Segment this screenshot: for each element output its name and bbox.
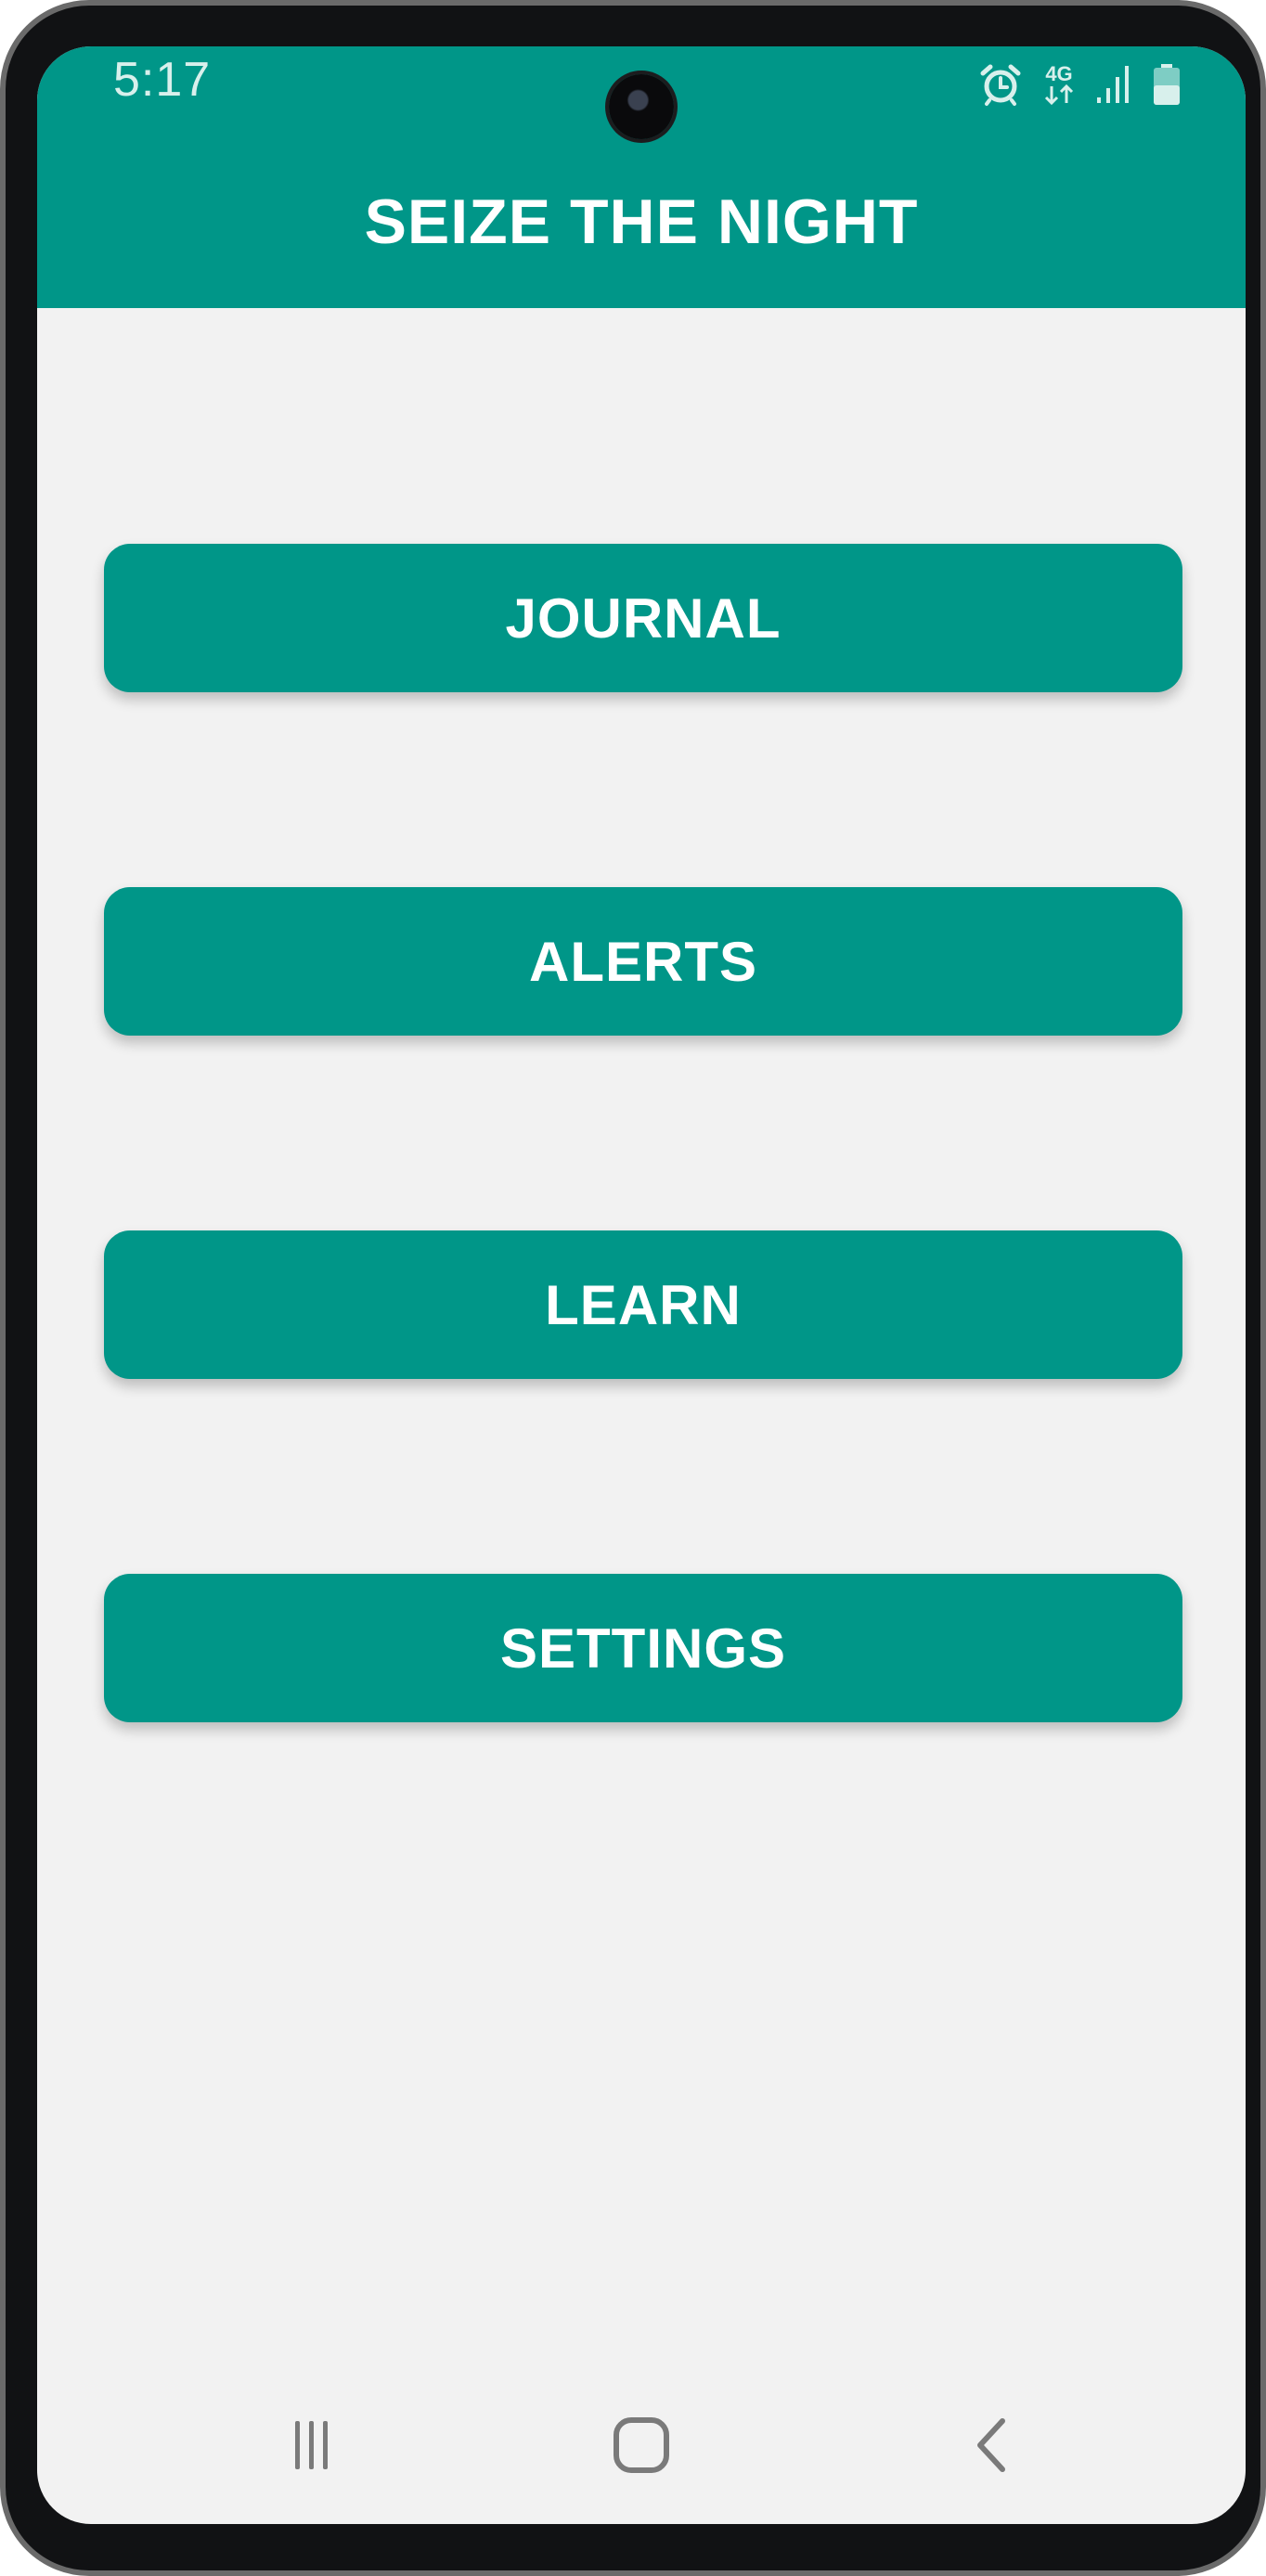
navigation-bar xyxy=(37,2403,1246,2487)
settings-button[interactable]: SETTINGS xyxy=(104,1574,1182,1722)
home-icon[interactable] xyxy=(600,2403,683,2487)
alarm-icon xyxy=(978,62,1023,107)
network-label: 4G xyxy=(1045,62,1073,85)
app-bar: 5:17 4G SEIZE THE NIGHT xyxy=(37,46,1246,308)
app-title: SEIZE THE NIGHT xyxy=(364,187,919,257)
network-4g-icon: 4G xyxy=(1043,64,1075,105)
phone-frame: 5:17 4G SEIZE THE NIGHT JOURNAL ALERTS L… xyxy=(0,0,1266,2576)
journal-button[interactable]: JOURNAL xyxy=(104,544,1182,692)
screen: 5:17 4G SEIZE THE NIGHT JOURNAL ALERTS L… xyxy=(37,46,1246,2524)
alerts-button[interactable]: ALERTS xyxy=(104,887,1182,1036)
recent-apps-icon[interactable] xyxy=(269,2403,353,2487)
front-camera xyxy=(609,74,674,139)
back-icon[interactable] xyxy=(950,2403,1034,2487)
status-icons: 4G xyxy=(978,61,1181,108)
battery-icon xyxy=(1153,63,1181,106)
learn-button[interactable]: LEARN xyxy=(104,1230,1182,1379)
signal-icon xyxy=(1095,64,1132,105)
status-time: 5:17 xyxy=(113,53,212,107)
